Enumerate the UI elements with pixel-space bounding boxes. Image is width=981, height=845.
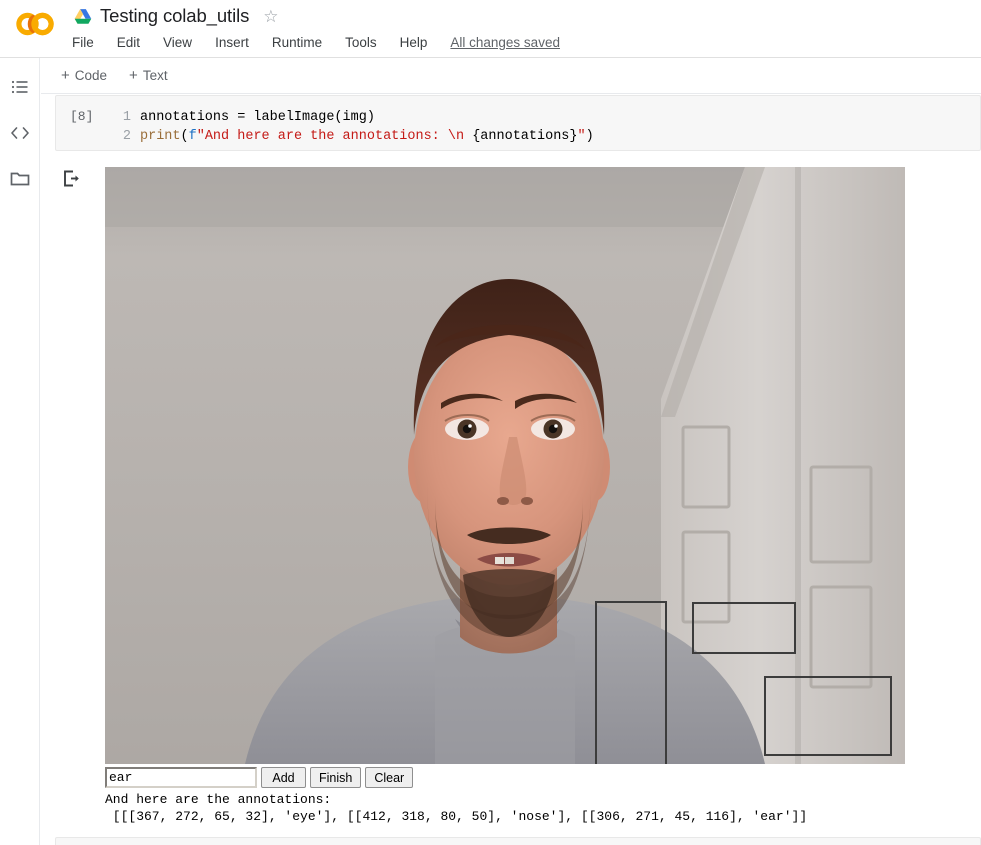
app-header: Testing colab_utils ☆ File Edit View Ins… (0, 0, 981, 58)
annotated-image-canvas[interactable] (105, 167, 905, 764)
execution-count[interactable]: [8] (70, 109, 93, 124)
google-drive-icon (74, 8, 92, 25)
next-code-cell[interactable] (55, 837, 981, 845)
star-icon[interactable]: ☆ (263, 8, 278, 25)
add-code-cell-button[interactable]: + Code (55, 65, 113, 86)
finish-button[interactable]: Finish (310, 767, 362, 788)
left-rail (0, 58, 40, 845)
add-code-cell-label: Code (74, 68, 108, 83)
code-line-1: annotations = labelImage(img) (140, 110, 375, 125)
sidebar-item-table-of-contents[interactable] (8, 78, 32, 102)
sidebar-item-files[interactable] (8, 169, 32, 193)
line-number: 1 (122, 110, 131, 125)
menu-insert[interactable]: Insert (215, 35, 249, 50)
menu-file[interactable]: File (72, 35, 94, 50)
list-icon (11, 78, 30, 102)
folder-icon (10, 170, 30, 192)
code-token-paren-open: ( (180, 129, 189, 144)
plus-icon: + (129, 67, 138, 84)
menu-edit[interactable]: Edit (117, 35, 140, 50)
code-token-string: "And here are the annotations: \n (196, 129, 473, 144)
menu-tools[interactable]: Tools (345, 35, 377, 50)
stdout-output: And here are the annotations: [[[367, 27… (105, 791, 975, 825)
code-token-print: print (140, 129, 181, 144)
colab-logo-icon[interactable] (14, 9, 56, 39)
code-token-paren-close: ) (585, 129, 594, 144)
code-brackets-icon (10, 125, 30, 146)
save-status[interactable]: All changes saved (450, 35, 560, 50)
menu-runtime[interactable]: Runtime (272, 35, 322, 50)
code-token-string-end: " (577, 129, 586, 144)
code-token-fstring-prefix: f (188, 129, 197, 144)
notebook-body: [8] 1 annotations = labelImage(img) 2 prin… (41, 95, 981, 845)
add-text-cell-button[interactable]: + Text (123, 65, 174, 86)
notebook-toolbar: + Code + Text (41, 58, 981, 94)
add-annotation-button[interactable]: Add (261, 767, 306, 788)
add-text-cell-label: Text (142, 68, 168, 83)
output-arrow-icon[interactable] (60, 167, 82, 189)
plus-icon: + (61, 67, 70, 84)
annotation-form: Add Finish Clear (105, 767, 975, 788)
line-number: 2 (122, 129, 131, 144)
sidebar-item-code-snippets[interactable] (8, 123, 32, 147)
code-editor[interactable]: 1 annotations = labelImage(img) 2 print(f"… (114, 108, 594, 146)
menu-bar: File Edit View Insert Runtime Tools Help… (72, 31, 560, 53)
document-title-row[interactable]: Testing colab_utils ☆ (74, 3, 279, 29)
menu-view[interactable]: View (163, 35, 192, 50)
stdout-line-1: And here are the annotations: (105, 792, 332, 807)
cell-output: Add Finish Clear And here are the annota… (105, 167, 975, 825)
stdout-line-2: [[[367, 272, 65, 32], 'eye'], [[412, 318… (105, 809, 808, 824)
label-input[interactable] (105, 767, 257, 788)
code-token-interpolation: {annotations} (472, 129, 578, 144)
clear-button[interactable]: Clear (365, 767, 414, 788)
menu-help[interactable]: Help (400, 35, 428, 50)
code-cell[interactable]: [8] 1 annotations = labelImage(img) 2 prin… (55, 95, 981, 151)
webcam-photo (105, 167, 905, 764)
page-title[interactable]: Testing colab_utils (100, 5, 249, 27)
